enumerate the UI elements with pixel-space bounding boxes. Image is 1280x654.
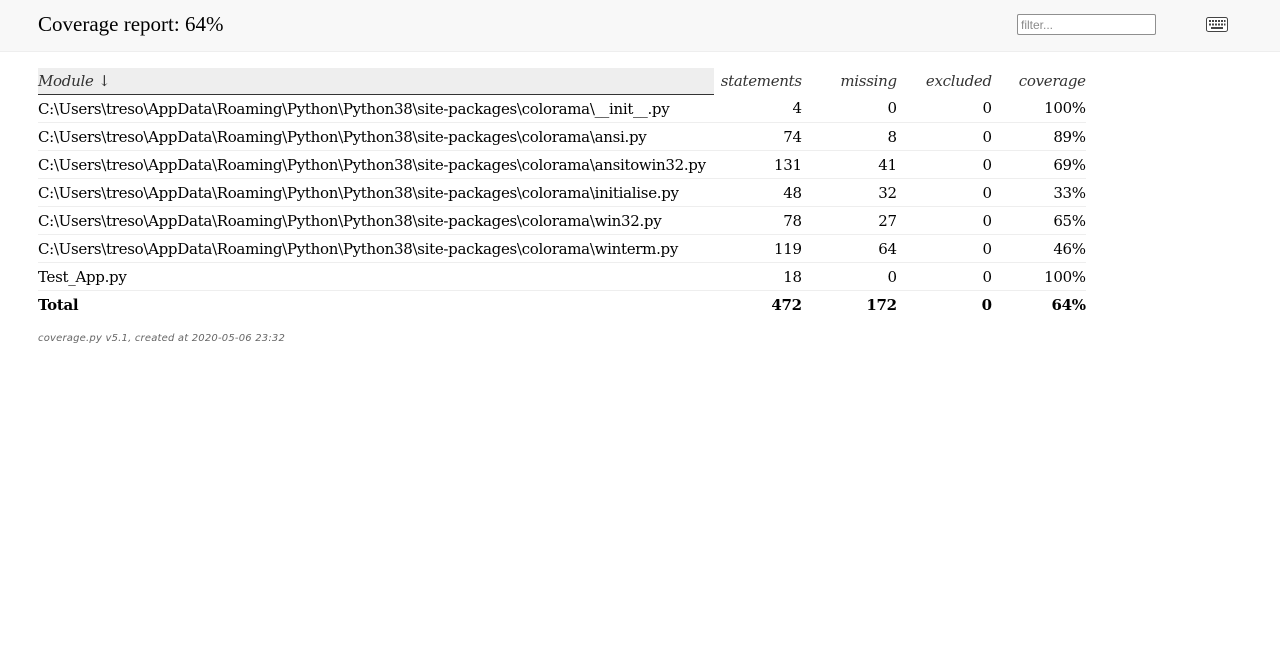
table-row: Test_App.py 18 0 0 100% (38, 262, 1086, 291)
statements-cell: 131 (713, 150, 802, 179)
column-header-module[interactable]: Module ↓ (38, 68, 714, 95)
column-header-excluded[interactable]: excluded (897, 68, 992, 95)
missing-cell: 41 (801, 150, 897, 179)
table-row: C:\Users\treso\AppData\Roaming\Python\Py… (38, 178, 1086, 207)
keyboard-icon (1206, 17, 1228, 32)
coverage-cell: 100% (991, 94, 1086, 123)
table-row: C:\Users\treso\AppData\Roaming\Python\Py… (38, 122, 1086, 151)
coverage-cell: 65% (991, 206, 1086, 235)
excluded-cell: 0 (896, 262, 992, 291)
statements-cell: 78 (713, 206, 802, 235)
table-row: C:\Users\treso\AppData\Roaming\Python\Py… (38, 206, 1086, 235)
total-row: Total 472 172 0 64% (38, 290, 1086, 319)
missing-cell: 27 (801, 206, 897, 235)
filter-input[interactable] (1017, 14, 1156, 35)
coverage-cell: 33% (991, 178, 1086, 207)
coverage-cell: 100% (991, 262, 1086, 291)
page-header: Coverage report: 64% (0, 0, 1280, 52)
table-header-row: Module ↓ statements missing excluded cov… (38, 68, 1086, 95)
footer-text: coverage.py v5.1, created at 2020-05-06 … (38, 333, 286, 344)
module-link[interactable]: C:\Users\treso\AppData\Roaming\Python\Py… (38, 94, 714, 123)
statements-cell: 119 (713, 234, 802, 263)
excluded-cell: 0 (896, 122, 992, 151)
excluded-cell: 0 (896, 94, 992, 123)
coverage-cell: 46% (991, 234, 1086, 263)
coverage-table: Module ↓ statements missing excluded cov… (38, 68, 1086, 319)
missing-cell: 0 (801, 262, 897, 291)
module-link[interactable]: Test_App.py (38, 262, 714, 291)
statements-cell: 48 (713, 178, 802, 207)
module-link[interactable]: C:\Users\treso\AppData\Roaming\Python\Py… (38, 178, 714, 207)
missing-cell: 0 (801, 94, 897, 123)
column-header-coverage[interactable]: coverage (992, 68, 1086, 95)
statements-cell: 74 (713, 122, 802, 151)
total-excluded: 0 (896, 290, 992, 319)
module-link[interactable]: C:\Users\treso\AppData\Roaming\Python\Py… (38, 234, 714, 263)
missing-cell: 32 (801, 178, 897, 207)
module-link[interactable]: C:\Users\treso\AppData\Roaming\Python\Py… (38, 150, 714, 179)
statements-cell: 4 (713, 94, 802, 123)
total-statements: 472 (713, 290, 802, 319)
table-row: C:\Users\treso\AppData\Roaming\Python\Py… (38, 150, 1086, 179)
excluded-cell: 0 (896, 150, 992, 179)
coverage-cell: 89% (991, 122, 1086, 151)
statements-cell: 18 (713, 262, 802, 291)
excluded-cell: 0 (896, 234, 992, 263)
coverage-cell: 69% (991, 150, 1086, 179)
column-header-statements[interactable]: statements (714, 68, 802, 95)
total-missing: 172 (801, 290, 897, 319)
table-row: C:\Users\treso\AppData\Roaming\Python\Py… (38, 94, 1086, 123)
table-row: C:\Users\treso\AppData\Roaming\Python\Py… (38, 234, 1086, 263)
missing-cell: 8 (801, 122, 897, 151)
excluded-cell: 0 (896, 178, 992, 207)
page-title: Coverage report: 64% (38, 12, 224, 36)
keyboard-shortcuts-button[interactable] (1206, 17, 1228, 32)
missing-cell: 64 (801, 234, 897, 263)
module-link[interactable]: C:\Users\treso\AppData\Roaming\Python\Py… (38, 122, 714, 151)
module-link[interactable]: C:\Users\treso\AppData\Roaming\Python\Py… (38, 206, 714, 235)
excluded-cell: 0 (896, 206, 992, 235)
total-coverage: 64% (991, 290, 1086, 319)
column-header-missing[interactable]: missing (802, 68, 897, 95)
total-label: Total (38, 290, 714, 319)
